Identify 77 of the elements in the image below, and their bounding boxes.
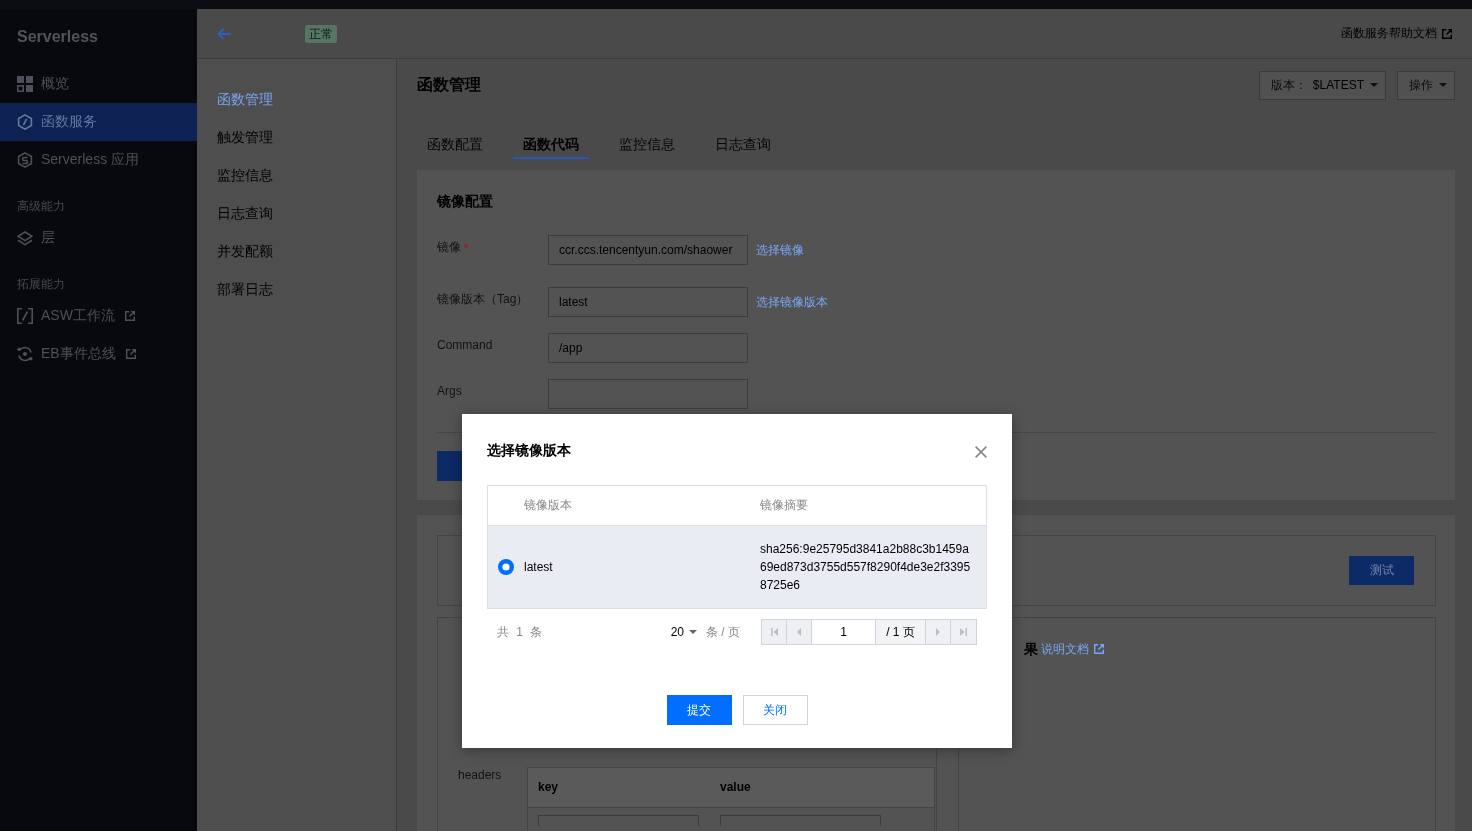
subnav-item[interactable]: 部署日志 [197, 270, 396, 308]
layers-icon [17, 230, 33, 246]
subnav-item[interactable]: 并发配额 [197, 232, 396, 270]
cycle-icon [17, 346, 33, 362]
total-count: 共 1 条 [497, 623, 543, 641]
docs-link[interactable]: 说明文档 [1040, 640, 1104, 658]
subnav-item[interactable]: 日志查询 [197, 194, 396, 232]
headers-label: headers [458, 767, 503, 783]
table-cell: latest [524, 560, 553, 574]
actions-dropdown[interactable]: 操作 [1397, 70, 1455, 100]
dialog-title: 选择镜像版本 [487, 441, 571, 460]
sidebar-item[interactable]: 层 [0, 219, 197, 257]
tab[interactable]: 监控信息 [609, 131, 685, 159]
panel-title: 果 [1023, 640, 1038, 659]
tab[interactable]: 函数代码 [513, 131, 589, 159]
sidebar-section-heading: 拓展能力 [16, 276, 66, 293]
bracket-slash-icon [17, 308, 33, 324]
column-header: 镜像摘要 [760, 497, 809, 514]
tab[interactable]: 函数配置 [417, 131, 493, 159]
version-dropdown[interactable]: 版本： $LATEST [1258, 70, 1386, 100]
select-link[interactable]: 选择镜像 [756, 235, 804, 265]
last-page-button[interactable] [951, 620, 976, 644]
form-label: 镜像 [437, 239, 461, 255]
last-page-icon [960, 628, 967, 636]
sidebar-item[interactable]: ASW工作流 [0, 297, 197, 335]
external-link-icon [1093, 644, 1104, 654]
back-arrow-icon[interactable] [217, 27, 231, 40]
input-field[interactable]: latest [548, 287, 748, 317]
hexagon-slash-icon [17, 114, 33, 130]
status-badge: 正常 [305, 24, 337, 43]
hexagon-s-icon [17, 152, 33, 168]
sidebar-item[interactable]: EB事件总线 [0, 335, 197, 373]
page-count-label: / 1 页 [876, 620, 926, 644]
first-page-icon [770, 628, 778, 636]
column-header: 镜像版本 [524, 497, 573, 514]
test-button[interactable]: 测试 [1349, 556, 1414, 585]
next-page-icon [936, 628, 940, 636]
close-button[interactable]: 关闭 [742, 695, 808, 725]
input-field[interactable] [548, 379, 748, 409]
page-size-dropdown[interactable]: 20 [670, 625, 697, 639]
close-icon [975, 446, 987, 458]
select-link[interactable]: 选择镜像版本 [756, 287, 828, 317]
sidebar-item[interactable]: 概览 [0, 65, 197, 103]
help-link[interactable]: 函数服务帮助文档 [1341, 25, 1452, 42]
submit-button[interactable]: 提交 [666, 695, 732, 725]
product-title: Serverless [16, 27, 99, 47]
prev-page-button[interactable] [787, 620, 812, 644]
prev-page-icon [797, 628, 801, 636]
input-field[interactable]: ccr.ccs.tencentyun.com/shaower [548, 235, 748, 265]
dialog-close-button[interactable] [975, 446, 987, 458]
next-page-button[interactable] [926, 620, 951, 644]
table-cell-text: sha256:9e25795d3841a2b88c3b1459a69ed873d3755d557f8290f4de3e2f33958725e6 [760, 541, 972, 594]
sidebar-section-heading: 高级能力 [16, 198, 66, 215]
caret-icon [1370, 83, 1378, 87]
caret-icon [1439, 83, 1447, 87]
external-link-icon [1442, 28, 1452, 39]
sidebar-item[interactable]: Serverless 应用 [0, 141, 197, 179]
form-label: Command [437, 337, 493, 353]
section-title: 镜像配置 [437, 192, 494, 211]
page-title: 函数管理 [417, 75, 481, 95]
input-field[interactable]: /app [548, 333, 748, 363]
radio-button[interactable] [498, 559, 514, 575]
column-header: key [537, 779, 560, 796]
primary-button[interactable] [437, 451, 462, 481]
form-label: Args [437, 383, 462, 399]
sidebar-item[interactable]: 函数服务 [0, 103, 197, 141]
column-header: value [719, 779, 751, 796]
subnav-item[interactable]: 监控信息 [197, 156, 396, 194]
tab[interactable]: 日志查询 [705, 131, 781, 159]
subnav-item[interactable]: 触发管理 [197, 118, 396, 156]
grid-icon [17, 76, 33, 92]
caret-icon [689, 630, 697, 634]
first-page-button[interactable] [762, 620, 787, 644]
page-size-unit: 条 / 页 [706, 623, 740, 641]
form-label: 镜像版本（Tag） [437, 291, 529, 307]
table-row[interactable]: latest sha256:9e25795d3841a2b88c3b1459a69ed873d3755d557f8290f4de3e2f33958725e6 [488, 526, 986, 608]
subnav-item[interactable]: 函数管理 [197, 80, 396, 118]
